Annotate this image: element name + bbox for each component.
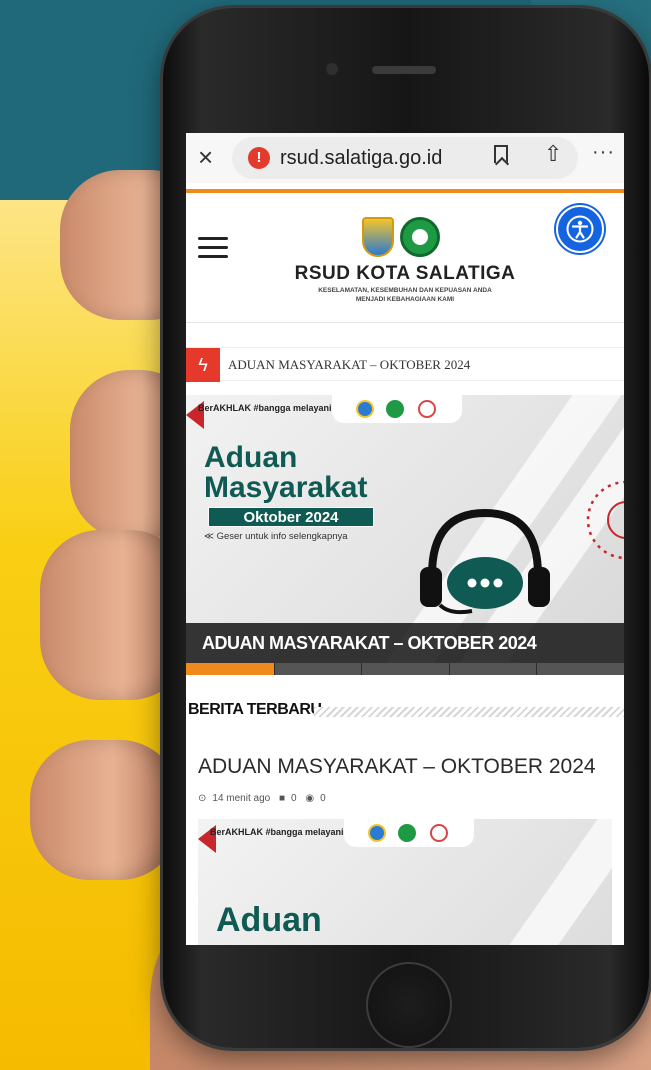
post-title[interactable]: ADUAN MASYARAKAT – OKTOBER 2024 [198,755,596,779]
accreditation-logo [418,400,436,418]
insecure-warning-icon[interactable]: ! [248,147,270,169]
accreditation-logo [430,824,448,842]
share-icon[interactable]: ⇧ [544,141,562,167]
section-divider [314,707,624,717]
comment-count: 0 [291,793,297,804]
hospital-logo [386,400,404,418]
slider-progress-fill [186,663,274,675]
bookmark-icon[interactable] [494,145,508,163]
progress-divider [361,663,362,675]
hospital-logo [400,217,440,257]
phone-screen: × ! rsud.salatiga.go.id ⇧ ··· RSUD KOTA … [186,133,624,945]
browser-address-bar: × ! rsud.salatiga.go.id ⇧ ··· [186,133,624,183]
accessibility-icon [566,215,594,243]
thumbnail-headline: Aduan [216,901,322,939]
featured-slider[interactable]: BerAKHLAK #bangga melayani bangsa Aduan … [186,395,624,675]
earpiece-speaker [372,66,436,74]
home-button[interactable] [366,962,452,1048]
site-title[interactable]: RSUD KOTA SALATIGA [282,263,528,285]
accessibility-button[interactable] [556,205,604,253]
slide-date-badge: Oktober 2024 [208,507,374,527]
breaking-news-ticker[interactable]: ϟ ADUAN MASYARAKAT – OKTOBER 2024 [186,347,624,382]
headset-chat-icon [420,508,550,615]
post-thumbnail[interactable]: BerAKHLAK #bangga melayani bangsa Aduan [198,819,612,945]
comments-icon: ■ [279,793,286,804]
url-field[interactable]: ! rsud.salatiga.go.id [232,137,578,179]
post-time: 14 menit ago [212,793,271,804]
city-emblem-logo [362,217,394,257]
hospital-logo [398,824,416,842]
slide-caption[interactable]: ADUAN MASYARAKAT – OKTOBER 2024 [202,633,537,654]
progress-divider [274,663,275,675]
progress-divider [449,663,450,675]
clock-icon: ⊙ [198,793,207,804]
menu-icon[interactable] [198,237,228,259]
partner-logos [344,819,474,847]
site-header: RSUD KOTA SALATIGA KESELAMATAN, KESEMBUH… [186,193,624,323]
view-count: 0 [320,793,326,804]
ticker-headline[interactable]: ADUAN MASYARAKAT – OKTOBER 2024 [228,357,470,373]
progress-divider [536,663,537,675]
site-tagline: KESELAMATAN, KESEMBUHAN DAN KEPUASAN AND… [318,287,492,294]
views-icon: ◉ [305,793,315,804]
front-camera [326,63,338,75]
finger-lower [30,740,180,880]
close-tab-button[interactable]: × [198,142,213,172]
site-tagline-2: MENJADI KEBAHAGIAAN KAMI [355,296,455,303]
decor-circle [586,480,624,560]
more-options-icon[interactable]: ··· [592,141,615,164]
slide-caption-bar[interactable]: ADUAN MASYARAKAT – OKTOBER 2024 [186,623,624,663]
section-title: BERITA TERBARU [188,701,322,718]
lightning-icon: ϟ [186,348,220,382]
post-meta: ⊙ 14 menit ago ■ 0 ◉ 0 [198,793,332,804]
url-text: rsud.salatiga.go.id [280,147,443,169]
city-emblem-logo [356,400,374,418]
city-emblem-logo [368,824,386,842]
slider-progress[interactable] [186,663,624,675]
slide-swipe-hint: ≪ Geser untuk info selengkapnya [204,531,348,542]
slide-headline: Aduan Masyarakat [204,441,368,504]
partner-logos [332,395,462,423]
